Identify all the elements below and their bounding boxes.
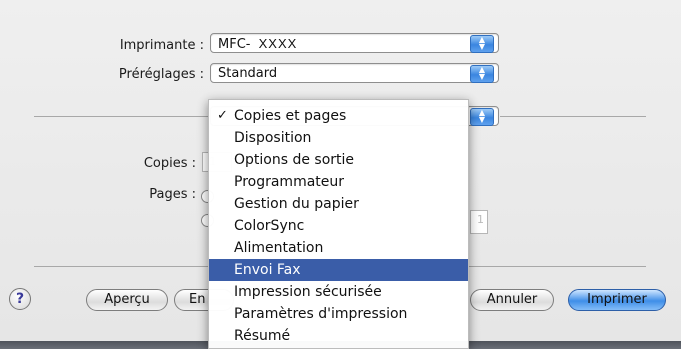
menu-item-send-fax[interactable]: Envoi Fax [209, 259, 468, 281]
popup-arrows-icon: ▲ ▼ [470, 65, 494, 83]
pages-from-field[interactable]: 1 [470, 210, 488, 234]
printer-popup[interactable]: MFC- XXXX ▲ ▼ [210, 33, 499, 53]
menu-item-layout[interactable]: Disposition [209, 127, 468, 149]
menu-item-label: Programmateur [234, 174, 345, 190]
menu-item-label: Paramètres d'impression [234, 306, 408, 322]
menu-item-label: Disposition [234, 130, 312, 146]
menu-item-summary[interactable]: Résumé [209, 325, 468, 347]
printer-value-model: XXXX [258, 36, 298, 51]
menu-item-label: Gestion du papier [234, 196, 359, 212]
menu-item-scheduler[interactable]: Programmateur [209, 171, 468, 193]
pages-label: Pages : [149, 187, 196, 202]
checkmark-icon: ✓ [217, 108, 228, 123]
menu-item-output-options[interactable]: Options de sortie [209, 149, 468, 171]
menu-item-label: Options de sortie [234, 152, 355, 168]
print-button[interactable]: Imprimer [568, 289, 666, 311]
menu-item-label: Copies et pages [234, 108, 347, 124]
printer-label: Imprimante : [119, 38, 204, 53]
popup-arrows-icon: ▲ ▼ [470, 35, 494, 53]
printer-value-prefix: MFC- [218, 37, 251, 52]
section-divider-left [34, 116, 210, 117]
save-button-label: En [189, 292, 206, 307]
menu-item-paper-feed[interactable]: Alimentation [209, 237, 468, 259]
presets-label: Préréglages : [118, 67, 204, 82]
menu-item-copies-pages[interactable]: ✓ Copies et pages [209, 105, 468, 127]
menu-item-label: Résumé [234, 328, 291, 344]
menu-item-colorsync[interactable]: ColorSync [209, 215, 468, 237]
menu-item-label: Envoi Fax [234, 262, 301, 278]
menu-item-print-settings[interactable]: Paramètres d'impression [209, 303, 468, 325]
cancel-button[interactable]: Annuler [470, 289, 554, 311]
presets-value: Standard [218, 66, 278, 81]
menu-item-secure-print[interactable]: Impression sécurisée [209, 281, 468, 303]
popup-arrows-icon: ▲ ▼ [470, 108, 494, 126]
menu-item-paper-handling[interactable]: Gestion du papier [209, 193, 468, 215]
help-button[interactable]: ? [9, 288, 31, 310]
menu-item-label: Impression sécurisée [234, 284, 382, 300]
menu-item-label: Alimentation [234, 240, 324, 256]
copies-label: Copies : [143, 156, 196, 171]
menu-item-label: ColorSync [234, 218, 305, 234]
panel-menu: ✓ Copies et pages Disposition Options de… [208, 99, 469, 349]
presets-popup[interactable]: Standard ▲ ▼ [210, 63, 499, 83]
preview-button[interactable]: Aperçu [86, 289, 168, 311]
section-divider-right [500, 116, 646, 117]
